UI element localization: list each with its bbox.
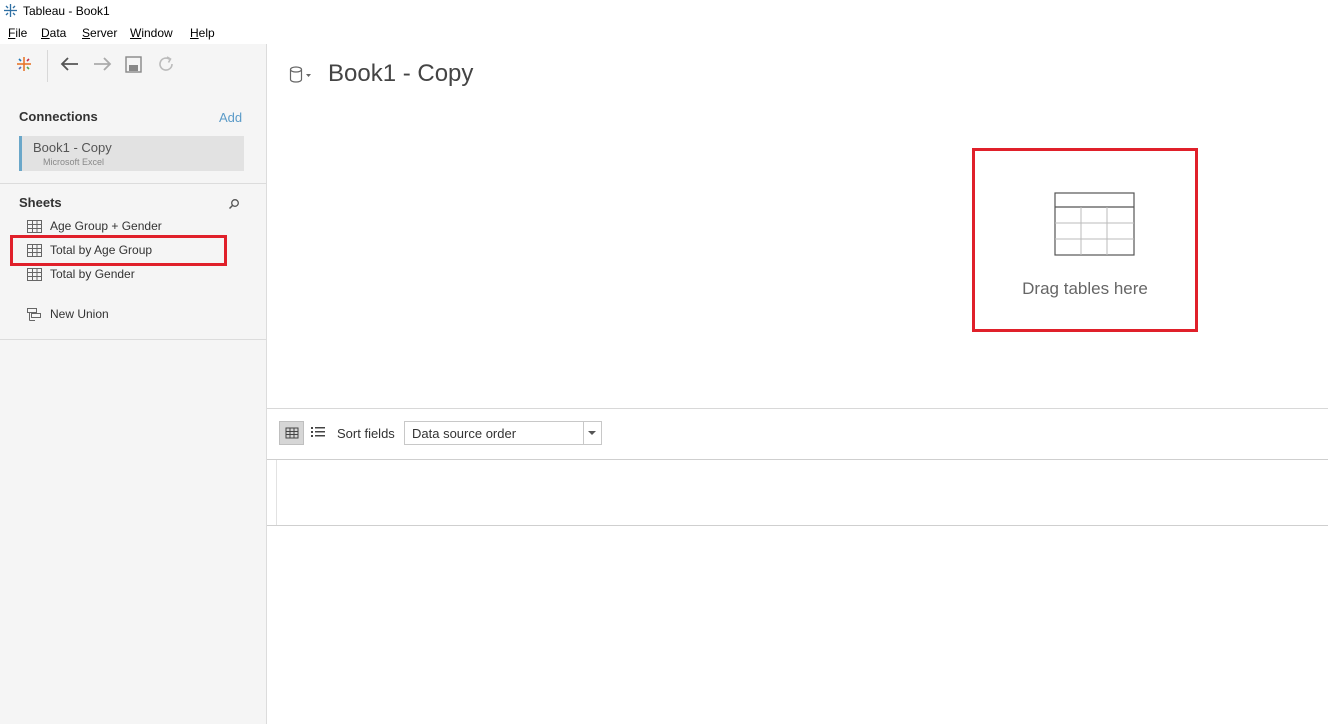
menu-data[interactable]: Data bbox=[41, 26, 66, 40]
sort-fields-label: Sort fields bbox=[337, 426, 395, 441]
new-union-item[interactable]: New Union bbox=[27, 306, 227, 324]
menu-server[interactable]: Server bbox=[82, 26, 117, 40]
new-union-label: New Union bbox=[50, 307, 109, 321]
menu-window[interactable]: Window bbox=[130, 26, 173, 40]
grid-row-header bbox=[267, 460, 277, 525]
sheet-table-icon bbox=[27, 220, 42, 233]
table-icon bbox=[1054, 192, 1135, 256]
connection-item[interactable]: Book1 - Copy Microsoft Excel bbox=[19, 136, 244, 171]
drag-tables-drop-zone[interactable]: Drag tables here bbox=[972, 148, 1198, 332]
chevron-down-icon bbox=[588, 431, 596, 435]
tableau-logo-icon[interactable] bbox=[14, 54, 34, 74]
window-title: Tableau - Book1 bbox=[23, 4, 110, 18]
sort-fields-value: Data source order bbox=[412, 426, 517, 441]
grid-view-icon bbox=[285, 427, 299, 439]
refresh-icon[interactable] bbox=[157, 55, 175, 73]
connections-title: Connections bbox=[19, 109, 98, 124]
sheet-label: Total by Gender bbox=[50, 267, 135, 281]
section-divider bbox=[0, 339, 266, 340]
save-icon[interactable] bbox=[125, 56, 142, 73]
sheet-table-icon bbox=[27, 268, 42, 281]
toolbar-separator bbox=[47, 50, 48, 82]
list-view-icon[interactable] bbox=[311, 425, 325, 439]
forward-arrow-icon[interactable] bbox=[92, 56, 112, 72]
datasource-title[interactable]: Book1 - Copy bbox=[328, 60, 473, 88]
section-divider bbox=[0, 183, 266, 184]
tableau-app-icon bbox=[4, 4, 17, 17]
menu-file[interactable]: File bbox=[8, 26, 27, 40]
pane-splitter[interactable] bbox=[267, 408, 1328, 409]
connection-name: Book1 - Copy bbox=[33, 140, 112, 155]
sheet-highlight-box bbox=[10, 235, 227, 266]
grid-view-button[interactable] bbox=[279, 421, 304, 445]
data-grid[interactable] bbox=[267, 459, 1328, 526]
connection-type: Microsoft Excel bbox=[43, 157, 105, 167]
add-connection-link[interactable]: Add bbox=[219, 110, 242, 125]
menu-bar: File Data Server Window Help bbox=[0, 24, 1328, 44]
sort-fields-dropdown[interactable]: Data source order bbox=[404, 421, 602, 445]
search-icon[interactable] bbox=[228, 198, 240, 210]
back-arrow-icon[interactable] bbox=[60, 56, 80, 72]
sheet-label: Age Group + Gender bbox=[50, 219, 162, 233]
title-bar: Tableau - Book1 bbox=[0, 0, 1328, 22]
sheet-item[interactable]: Age Group + Gender bbox=[27, 218, 227, 236]
sheets-title: Sheets bbox=[19, 195, 62, 210]
union-icon bbox=[27, 308, 41, 321]
drop-zone-label: Drag tables here bbox=[1022, 279, 1148, 298]
menu-help[interactable]: Help bbox=[190, 26, 215, 40]
left-panel: Connections Add Book1 - Copy Microsoft E… bbox=[0, 44, 267, 724]
sheet-item[interactable]: Total by Gender bbox=[27, 266, 227, 284]
datasource-database-icon[interactable] bbox=[289, 66, 313, 84]
dropdown-separator bbox=[583, 422, 584, 444]
